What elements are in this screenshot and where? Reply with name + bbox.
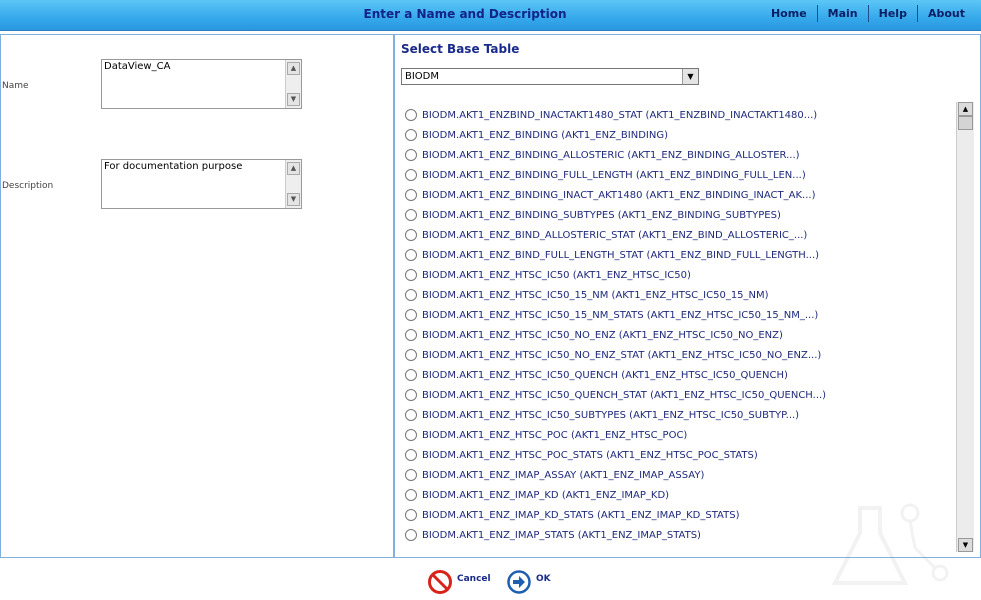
table-option-label: BIODM.AKT1_ENZ_HTSC_IC50_15_NM_STATS (AK…	[422, 309, 819, 321]
scroll-thumb[interactable]	[958, 116, 973, 130]
table-option-label: BIODM.AKT1_ENZ_HTSC_POC_STATS (AKT1_ENZ_…	[422, 449, 758, 461]
table-option-label: BIODM.AKT1_ENZ_BINDING_FULL_LENGTH (AKT1…	[422, 169, 806, 181]
cancel-label: Cancel	[457, 574, 491, 584]
table-option-row[interactable]: BIODM.AKT1_ENZ_HTSC_IC50_15_NM_STATS (AK…	[405, 305, 955, 325]
table-option-row[interactable]: BIODM.AKT1_ENZ_HTSC_IC50_NO_ENZ (AKT1_EN…	[405, 325, 955, 345]
table-option-label: BIODM.AKT1_ENZ_HTSC_IC50_NO_ENZ (AKT1_EN…	[422, 329, 783, 341]
arrow-right-circle-icon	[507, 570, 531, 594]
radio-button[interactable]	[405, 469, 417, 481]
name-value: DataView_CA	[104, 61, 171, 72]
radio-button[interactable]	[405, 149, 417, 161]
base-table-panel: Select Base Table BIODM ▼ BIODM.AKT1_ENZ…	[393, 34, 981, 558]
radio-button[interactable]	[405, 429, 417, 441]
radio-button[interactable]	[405, 529, 417, 541]
section-title: Select Base Table	[401, 42, 520, 56]
radio-button[interactable]	[405, 189, 417, 201]
table-option-label: BIODM.AKT1_ENZ_HTSC_IC50 (AKT1_ENZ_HTSC_…	[422, 269, 691, 281]
radio-button[interactable]	[405, 509, 417, 521]
table-option-label: BIODM.AKT1_ENZBIND_INACTAKT1480_STAT (AK…	[422, 109, 818, 121]
nav-home[interactable]: Home	[761, 5, 817, 22]
name-description-panel: Name DataView_CA ▲ ▼ Description For doc…	[0, 34, 393, 558]
table-option-row[interactable]: BIODM.AKT1_ENZ_BINDING_ALLOSTERIC (AKT1_…	[405, 145, 955, 165]
radio-button[interactable]	[405, 269, 417, 281]
radio-button[interactable]	[405, 109, 417, 121]
radio-button[interactable]	[405, 229, 417, 241]
table-option-label: BIODM.AKT1_ENZ_BINDING (AKT1_ENZ_BINDING…	[422, 129, 668, 141]
table-option-row[interactable]: BIODM.AKT1_ENZ_HTSC_IC50_SUBTYPES (AKT1_…	[405, 405, 955, 425]
table-option-row[interactable]: BIODM.AKT1_ENZ_BIND_FULL_LENGTH_STAT (AK…	[405, 245, 955, 265]
radio-button[interactable]	[405, 449, 417, 461]
radio-button[interactable]	[405, 369, 417, 381]
header-bar: Enter a Name and Description Home Main H…	[0, 0, 981, 31]
table-option-row[interactable]: BIODM.AKT1_ENZ_HTSC_IC50_QUENCH (AKT1_EN…	[405, 365, 955, 385]
schema-select[interactable]: BIODM ▼	[401, 68, 699, 85]
page-title: Enter a Name and Description	[363, 7, 567, 21]
nav-about[interactable]: About	[916, 5, 975, 22]
scroll-down-icon[interactable]: ▼	[287, 193, 300, 206]
table-option-label: BIODM.AKT1_ENZ_IMAP_KD_STATS (AKT1_ENZ_I…	[422, 509, 740, 521]
table-option-label: BIODM.AKT1_ENZ_IMAP_STATS (AKT1_ENZ_IMAP…	[422, 529, 701, 541]
table-option-row[interactable]: BIODM.AKT1_ENZ_BINDING_FULL_LENGTH (AKT1…	[405, 165, 955, 185]
flask-molecule-icon	[820, 488, 970, 591]
table-option-label: BIODM.AKT1_ENZ_IMAP_KD (AKT1_ENZ_IMAP_KD…	[422, 489, 670, 501]
ok-label: OK	[536, 574, 551, 584]
table-option-row[interactable]: BIODM.AKT1_ENZ_HTSC_POC (AKT1_ENZ_HTSC_P…	[405, 425, 955, 445]
table-option-row[interactable]: BIODM.AKT1_ENZ_HTSC_IC50_15_NM (AKT1_ENZ…	[405, 285, 955, 305]
description-label: Description	[2, 181, 54, 191]
radio-button[interactable]	[405, 489, 417, 501]
scroll-up-icon[interactable]: ▲	[287, 62, 300, 75]
table-option-row[interactable]: BIODM.AKT1_ENZ_BINDING (AKT1_ENZ_BINDING…	[405, 125, 955, 145]
name-label: Name	[2, 81, 29, 91]
nav-help[interactable]: Help	[867, 5, 917, 22]
radio-button[interactable]	[405, 309, 417, 321]
radio-button[interactable]	[405, 209, 417, 221]
name-textarea[interactable]: DataView_CA ▲ ▼	[101, 59, 302, 109]
table-option-label: BIODM.AKT1_ENZ_HTSC_IC50_15_NM (AKT1_ENZ…	[422, 289, 769, 301]
radio-button[interactable]	[405, 409, 417, 421]
table-option-label: BIODM.AKT1_ENZ_HTSC_IC50_NO_ENZ_STAT (AK…	[422, 349, 822, 361]
table-option-label: BIODM.AKT1_ENZ_HTSC_IC50_QUENCH_STAT (AK…	[422, 389, 827, 401]
table-option-label: BIODM.AKT1_ENZ_HTSC_IC50_SUBTYPES (AKT1_…	[422, 409, 800, 421]
table-option-row[interactable]: BIODM.AKT1_ENZ_BINDING_SUBTYPES (AKT1_EN…	[405, 205, 955, 225]
table-option-row[interactable]: BIODM.AKT1_ENZ_HTSC_IC50 (AKT1_ENZ_HTSC_…	[405, 265, 955, 285]
table-option-label: BIODM.AKT1_ENZ_BINDING_SUBTYPES (AKT1_EN…	[422, 209, 781, 221]
cancel-button[interactable]: Cancel	[428, 570, 491, 594]
table-option-label: BIODM.AKT1_ENZ_BINDING_INACT_AKT1480 (AK…	[422, 189, 816, 201]
radio-button[interactable]	[405, 289, 417, 301]
table-option-row[interactable]: BIODM.AKT1_ENZ_BINDING_INACT_AKT1480 (AK…	[405, 185, 955, 205]
description-textarea[interactable]: For documentation purpose ▲ ▼	[101, 159, 302, 209]
table-option-label: BIODM.AKT1_ENZ_IMAP_ASSAY (AKT1_ENZ_IMAP…	[422, 469, 705, 481]
radio-button[interactable]	[405, 329, 417, 341]
table-radio-list: BIODM.AKT1_ENZBIND_INACTAKT1480_STAT (AK…	[405, 105, 955, 551]
ok-button[interactable]: OK	[507, 570, 551, 594]
scroll-down-icon[interactable]: ▼	[287, 93, 300, 106]
table-option-row[interactable]: BIODM.AKT1_ENZBIND_INACTAKT1480_STAT (AK…	[405, 105, 955, 125]
table-option-label: BIODM.AKT1_ENZ_BINDING_ALLOSTERIC (AKT1_…	[422, 149, 800, 161]
table-option-label: BIODM.AKT1_ENZ_HTSC_IC50_QUENCH (AKT1_EN…	[422, 369, 788, 381]
table-option-row[interactable]: BIODM.AKT1_ENZ_HTSC_IC50_NO_ENZ_STAT (AK…	[405, 345, 955, 365]
radio-button[interactable]	[405, 349, 417, 361]
chevron-down-icon[interactable]: ▼	[682, 69, 698, 84]
scroll-up-icon[interactable]: ▲	[287, 162, 300, 175]
table-option-label: BIODM.AKT1_ENZ_HTSC_POC (AKT1_ENZ_HTSC_P…	[422, 429, 688, 441]
list-scrollbar[interactable]: ▲ ▼	[956, 102, 974, 552]
table-option-row[interactable]: BIODM.AKT1_ENZ_BIND_ALLOSTERIC_STAT (AKT…	[405, 225, 955, 245]
description-scrollbar[interactable]: ▲ ▼	[285, 160, 301, 208]
schema-select-value: BIODM	[405, 71, 440, 82]
table-option-label: BIODM.AKT1_ENZ_BIND_FULL_LENGTH_STAT (AK…	[422, 249, 820, 261]
scroll-up-icon[interactable]: ▲	[958, 102, 973, 116]
table-option-row[interactable]: BIODM.AKT1_ENZ_HTSC_IC50_QUENCH_STAT (AK…	[405, 385, 955, 405]
radio-button[interactable]	[405, 129, 417, 141]
no-entry-icon	[428, 570, 452, 594]
nav-main[interactable]: Main	[816, 5, 868, 22]
table-option-label: BIODM.AKT1_ENZ_BIND_ALLOSTERIC_STAT (AKT…	[422, 229, 808, 241]
description-value: For documentation purpose	[104, 161, 243, 172]
table-option-row[interactable]: BIODM.AKT1_ENZ_IMAP_ASSAY (AKT1_ENZ_IMAP…	[405, 465, 955, 485]
top-nav: Home Main Help About	[761, 5, 975, 22]
radio-button[interactable]	[405, 169, 417, 181]
name-scrollbar[interactable]: ▲ ▼	[285, 60, 301, 108]
radio-button[interactable]	[405, 389, 417, 401]
radio-button[interactable]	[405, 249, 417, 261]
table-option-row[interactable]: BIODM.AKT1_ENZ_HTSC_POC_STATS (AKT1_ENZ_…	[405, 445, 955, 465]
